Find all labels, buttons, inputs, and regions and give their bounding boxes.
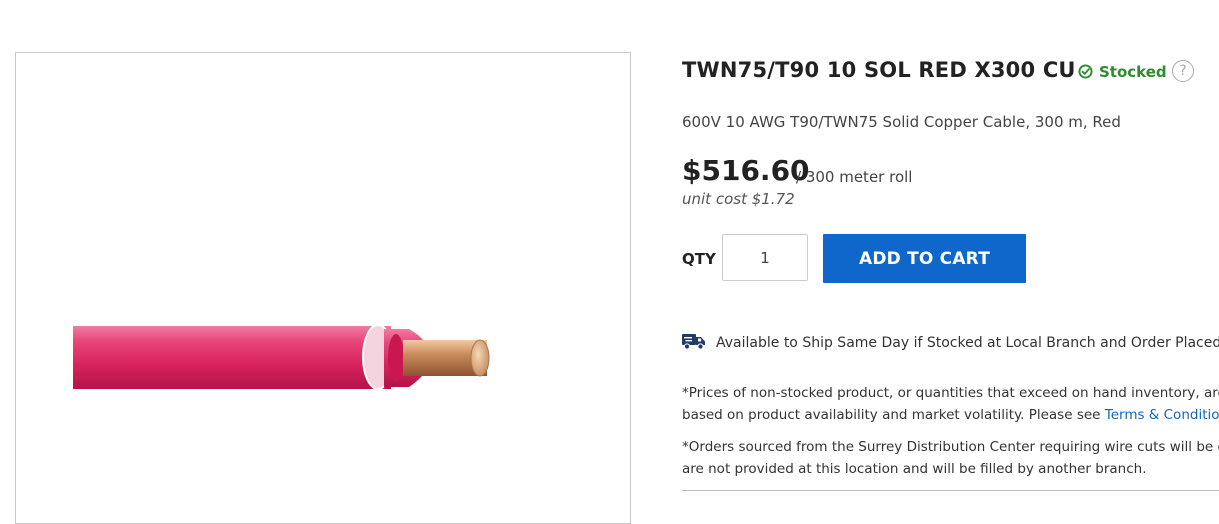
section-divider [682, 490, 1219, 491]
shipping-availability: Available to Ship Same Day if Stocked at… [682, 332, 1219, 351]
product-image [73, 324, 490, 390]
pricing-notice: *Prices of non-stocked product, or quant… [682, 382, 1219, 426]
question-circle-icon[interactable]: ? [1172, 60, 1194, 82]
surrey-notice-line1: *Orders sourced from the Surrey Distribu… [682, 439, 1219, 455]
check-circle-icon [1078, 64, 1093, 79]
truck-icon [682, 334, 705, 350]
stock-status-text: Stocked [1099, 63, 1167, 81]
unit-cost: unit cost $1.72 [682, 190, 795, 208]
product-image-panel[interactable] [15, 52, 631, 524]
product-info-panel: TWN75/T90 10 SOL RED X300 CU Stocked ? 6… [682, 0, 1219, 508]
product-title: TWN75/T90 10 SOL RED X300 CU [682, 58, 1076, 82]
surrey-notice-line2: are not provided at this location and wi… [682, 461, 1147, 477]
add-to-cart-button[interactable]: ADD TO CART [823, 234, 1026, 283]
shipping-text: Available to Ship Same Day if Stocked at… [716, 335, 1219, 351]
pricing-notice-line2-prefix: based on product availability and market… [682, 407, 1105, 423]
product-price: $516.60 [682, 154, 810, 187]
qty-label: QTY [682, 250, 716, 268]
stock-status-badge: Stocked [1078, 63, 1167, 81]
quantity-input[interactable] [722, 234, 808, 281]
price-unit: / 300 meter roll [796, 168, 913, 186]
product-description: 600V 10 AWG T90/TWN75 Solid Copper Cable… [682, 113, 1121, 131]
surrey-notice: *Orders sourced from the Surrey Distribu… [682, 436, 1219, 480]
terms-conditions-link[interactable]: Terms & Conditions [1105, 407, 1219, 423]
pricing-notice-line2: based on product availability and market… [682, 404, 1219, 426]
pricing-notice-line1: *Prices of non-stocked product, or quant… [682, 385, 1219, 401]
